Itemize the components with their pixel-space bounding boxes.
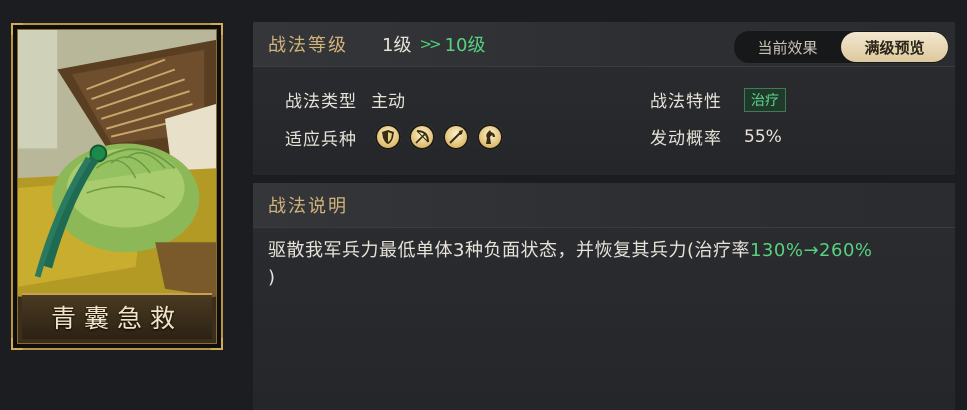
description-title: 战法说明	[268, 196, 348, 217]
skill-description-text: 驱散我军兵力最低单体3种负面状态，并恢复其兵力(治疗率130%→260%)	[268, 237, 943, 291]
card-corner-ornament	[11, 23, 23, 35]
troop-icons	[375, 124, 503, 150]
skill-card: 青囊急救	[11, 23, 223, 350]
shield-icon[interactable]	[375, 124, 401, 150]
level-progression: 1级 >> 10级	[382, 31, 486, 57]
arrow-right-icon: →	[803, 240, 820, 261]
skill-info-panel: 战法等级 1级 >> 10级 当前效果 满级预览 战法类型 主动 战法特性 治疗…	[253, 22, 955, 175]
level-header: 战法等级 1级 >> 10级 当前效果 满级预览	[253, 22, 955, 67]
level-title: 战法等级	[268, 35, 348, 56]
effect-toggle: 当前效果 满级预览	[733, 30, 949, 64]
description-closing: )	[268, 267, 276, 288]
trigger-chance-value: 55%	[744, 126, 782, 147]
skill-trait-label: 战法特性	[650, 92, 722, 112]
troop-types-row: 适应兵种	[285, 124, 503, 150]
description-header: 战法说明	[253, 183, 955, 228]
skill-type-label: 战法类型	[285, 92, 357, 112]
double-chevron-right-icon: >>	[419, 35, 441, 53]
skill-attributes: 战法类型 主动 战法特性 治疗 适应兵种 发动概率 55%	[253, 67, 955, 175]
card-corner-ornament	[11, 338, 23, 350]
troop-types-label: 适应兵种	[285, 129, 357, 150]
level-current: 1级	[382, 35, 412, 56]
skill-name-plate: 青囊急救	[22, 293, 212, 339]
trait-badge: 治疗	[744, 87, 786, 112]
full-level-preview-button[interactable]: 满级预览	[841, 32, 948, 62]
card-corner-ornament	[211, 338, 223, 350]
horse-icon[interactable]	[477, 124, 503, 150]
skill-card-art-frame: 青囊急救	[17, 29, 217, 344]
skill-description-panel: 战法说明 驱散我军兵力最低单体3种负面状态，并恢复其兵力(治疗率130%→260…	[253, 183, 955, 410]
heal-rate-to: 260%	[819, 240, 873, 261]
heal-rate-from: 130%	[749, 240, 804, 261]
trigger-chance-row: 发动概率 55%	[650, 124, 782, 150]
level-max: 10级	[444, 35, 486, 56]
skill-type-value: 主动	[371, 92, 405, 112]
skill-name: 青囊急救	[50, 304, 183, 333]
trigger-chance-label: 发动概率	[650, 129, 722, 149]
spear-icon[interactable]	[443, 124, 469, 150]
skill-type-row: 战法类型 主动	[285, 87, 405, 112]
bow-icon[interactable]	[409, 124, 435, 150]
card-corner-ornament	[211, 23, 223, 35]
skill-trait-row: 战法特性 治疗	[650, 87, 786, 112]
description-body: 驱散我军兵力最低单体3种负面状态，并恢复其兵力(治疗率	[268, 240, 750, 261]
current-effect-button[interactable]: 当前效果	[734, 32, 841, 62]
